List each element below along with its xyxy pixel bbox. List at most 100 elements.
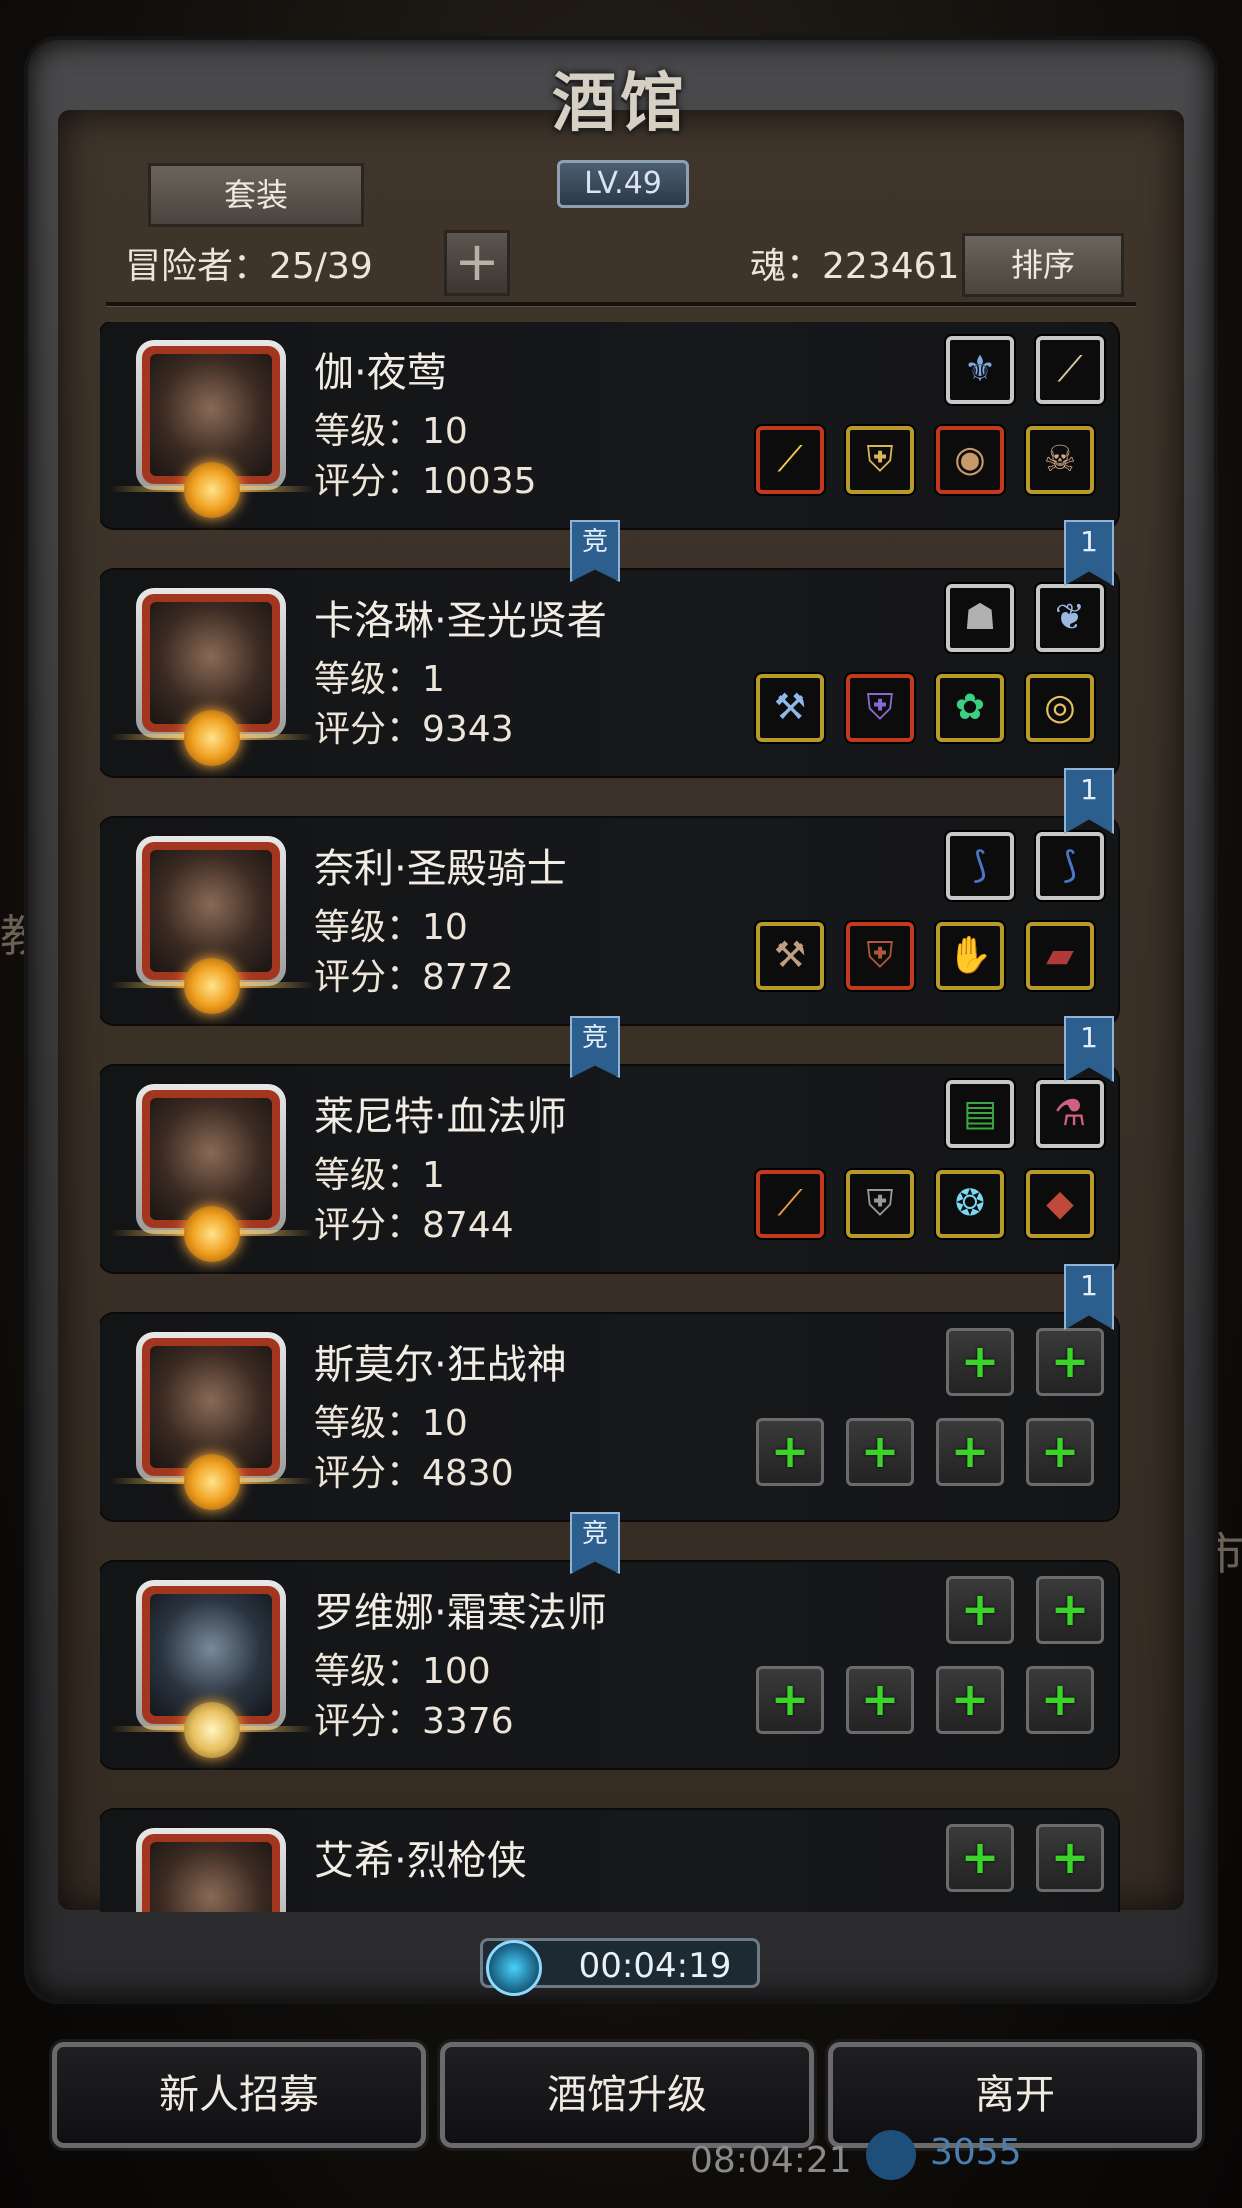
upgrade-tavern-button[interactable]: 酒馆升级 bbox=[440, 2042, 814, 2148]
empty-slot[interactable]: + bbox=[846, 1418, 914, 1486]
book-slot[interactable]: ▤ bbox=[946, 1080, 1014, 1148]
hero-name: 斯莫尔·狂战神 bbox=[314, 1342, 567, 1388]
gem-slot[interactable]: ✿ bbox=[936, 674, 1004, 742]
mask-slot[interactable]: ☠ bbox=[1026, 426, 1094, 494]
ring-slot[interactable]: ◉ bbox=[936, 426, 1004, 494]
amulet-icon: ⚜ bbox=[963, 349, 997, 390]
armor-slot[interactable]: ⛨ bbox=[846, 922, 914, 990]
hero-name: 罗维娜·霜寒法师 bbox=[314, 1590, 607, 1636]
mask-slot[interactable]: ☗ bbox=[946, 584, 1014, 652]
empty-slot[interactable]: + bbox=[936, 1666, 1004, 1734]
potion-icon: ⚗ bbox=[1053, 1093, 1087, 1134]
empty-slot[interactable]: + bbox=[1036, 1824, 1104, 1892]
hero-name: 卡洛琳·圣光贤者 bbox=[314, 598, 607, 644]
recruit-button[interactable]: 新人招募 bbox=[52, 2042, 426, 2148]
hero-score: 评分：4830 bbox=[314, 1453, 514, 1494]
ring-icon: ◎ bbox=[1044, 687, 1076, 728]
bow-slot[interactable]: ⟆ bbox=[946, 832, 1014, 900]
hero-card[interactable]: 罗维娜·霜寒法师 等级：100 评分：3376 + + + + + + bbox=[100, 1562, 1118, 1768]
belt-icon: ▰ bbox=[1046, 935, 1074, 976]
hero-portrait[interactable] bbox=[136, 1828, 286, 1912]
bow-slot[interactable]: ⟆ bbox=[1036, 832, 1104, 900]
empty-slot[interactable]: + bbox=[756, 1666, 824, 1734]
potion-slot[interactable]: ⚗ bbox=[1036, 1080, 1104, 1148]
title-plate: 酒馆 bbox=[470, 52, 770, 162]
empty-slot[interactable]: + bbox=[946, 1576, 1014, 1644]
moon-medal-icon bbox=[184, 1702, 240, 1758]
robe-icon: ⛨ bbox=[866, 1183, 894, 1224]
empty-slot[interactable]: + bbox=[946, 1328, 1014, 1396]
empty-slot[interactable]: + bbox=[936, 1418, 1004, 1486]
sun-medal-icon bbox=[184, 1206, 240, 1262]
empty-slot[interactable]: + bbox=[1036, 1328, 1104, 1396]
armor-icon: ⛨ bbox=[866, 687, 894, 728]
sun-medal-icon bbox=[184, 958, 240, 1014]
gem-icon: ✿ bbox=[954, 687, 986, 728]
avatar bbox=[150, 1098, 272, 1220]
avatar bbox=[150, 602, 272, 724]
timer-icon bbox=[486, 1940, 542, 1996]
weapon-slot[interactable]: ⚒ bbox=[756, 922, 824, 990]
helmet-slot[interactable]: ⛨ bbox=[846, 426, 914, 494]
add-icon: + bbox=[1050, 1582, 1090, 1636]
weapon-slot[interactable]: ⚒ bbox=[756, 674, 824, 742]
helmet-icon: ⛨ bbox=[866, 439, 894, 480]
hero-score: 评分：10035 bbox=[314, 461, 537, 502]
add-adventurer-button[interactable]: + bbox=[444, 230, 510, 296]
necklace-icon: ❦ bbox=[1054, 597, 1086, 638]
add-icon: + bbox=[860, 1424, 900, 1478]
ring-icon: ❂ bbox=[954, 1183, 986, 1224]
glove-icon: ✋ bbox=[947, 935, 993, 976]
avatar bbox=[150, 354, 272, 476]
hero-score: 评分：8744 bbox=[314, 1205, 514, 1246]
empty-slot[interactable]: + bbox=[1026, 1666, 1094, 1734]
staff-slot[interactable]: ⟋ bbox=[756, 1170, 824, 1238]
ring-icon: ◉ bbox=[954, 439, 986, 480]
empty-slot[interactable]: + bbox=[756, 1418, 824, 1486]
add-icon: + bbox=[860, 1672, 900, 1726]
sort-button[interactable]: 排序 bbox=[962, 233, 1124, 297]
empty-slot[interactable]: + bbox=[1026, 1418, 1094, 1486]
sun-medal-icon bbox=[184, 462, 240, 518]
hero-card[interactable]: 伽·夜莺 等级：10 评分：10035 ⚜ ⟋ ⟋ ⛨ ◉ ☠ bbox=[100, 322, 1118, 528]
hero-level: 等级：1 bbox=[314, 659, 445, 700]
hero-card[interactable]: 卡洛琳·圣光贤者 等级：1 评分：9343 ☗ ❦ ⚒ ⛨ ✿ ◎ bbox=[100, 570, 1118, 776]
hero-card[interactable]: 斯莫尔·狂战神 等级：10 评分：4830 + + + + + + bbox=[100, 1314, 1118, 1520]
bow-icon: ⟆ bbox=[1062, 845, 1078, 886]
necklace-slot[interactable]: ❦ bbox=[1036, 584, 1104, 652]
amulet-slot[interactable]: ⚜ bbox=[946, 336, 1014, 404]
hero-card[interactable]: 艾希·烈枪侠 + + bbox=[100, 1810, 1118, 1912]
hero-card[interactable]: 奈利·圣殿骑士 等级：10 评分：8772 ⟆ ⟆ ⚒ ⛨ ✋ ▰ bbox=[100, 818, 1118, 1024]
armor-slot[interactable]: ⛨ bbox=[846, 674, 914, 742]
sun-medal-icon bbox=[184, 1454, 240, 1510]
add-icon: + bbox=[770, 1424, 810, 1478]
empty-slot[interactable]: + bbox=[846, 1666, 914, 1734]
hero-name: 伽·夜莺 bbox=[314, 350, 447, 396]
belt-slot[interactable]: ▰ bbox=[1026, 922, 1094, 990]
empty-slot[interactable]: + bbox=[946, 1824, 1014, 1892]
empty-slot[interactable]: + bbox=[1036, 1576, 1104, 1644]
ring-slot[interactable]: ❂ bbox=[936, 1170, 1004, 1238]
hero-level: 等级：1 bbox=[314, 1155, 445, 1196]
hero-score: 评分：9343 bbox=[314, 709, 514, 750]
hero-name: 莱尼特·血法师 bbox=[314, 1094, 567, 1140]
mask-icon: ☠ bbox=[1043, 439, 1077, 480]
bow-icon: ⟆ bbox=[972, 845, 988, 886]
set-button[interactable]: 套装 bbox=[148, 163, 364, 227]
gem-icon: ◆ bbox=[1046, 1183, 1074, 1224]
hero-card[interactable]: 莱尼特·血法师 等级：1 评分：8744 ▤ ⚗ ⟋ ⛨ ❂ ◆ bbox=[100, 1066, 1118, 1272]
hammer-icon: ⚒ bbox=[773, 687, 807, 728]
add-icon: + bbox=[1050, 1830, 1090, 1884]
gem-slot[interactable]: ◆ bbox=[1026, 1170, 1094, 1238]
hero-list[interactable]: 伽·夜莺 等级：10 评分：10035 ⚜ ⟋ ⟋ ⛨ ◉ ☠ 卡洛琳·圣光贤者… bbox=[100, 322, 1140, 1912]
weapon-slot[interactable]: ⟋ bbox=[756, 426, 824, 494]
armor-slot[interactable]: ⛨ bbox=[846, 1170, 914, 1238]
add-icon: + bbox=[1050, 1334, 1090, 1388]
sun-medal-icon bbox=[184, 710, 240, 766]
add-icon: + bbox=[950, 1672, 990, 1726]
glove-slot[interactable]: ✋ bbox=[936, 922, 1004, 990]
weapon-slot[interactable]: ⟋ bbox=[1036, 336, 1104, 404]
ring-slot[interactable]: ◎ bbox=[1026, 674, 1094, 742]
soul-count: 魂：223461 bbox=[750, 246, 960, 287]
add-icon: + bbox=[960, 1334, 1000, 1388]
